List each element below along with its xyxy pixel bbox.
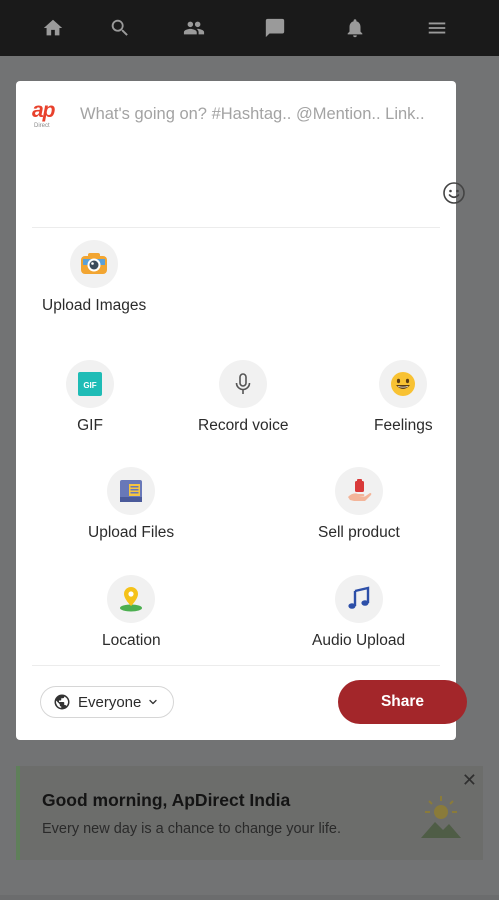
gif-icon: GIF (66, 360, 114, 408)
sunrise-illustration-icon (421, 796, 461, 838)
sell-product-option[interactable]: Sell product (318, 467, 400, 542)
notifications-button[interactable] (337, 10, 373, 46)
audio-upload-label: Audio Upload (312, 632, 406, 649)
globe-icon (54, 694, 70, 710)
people-icon (183, 21, 205, 35)
home-button[interactable] (35, 10, 71, 46)
home-icon (43, 19, 63, 36)
logo-text: ap (32, 99, 55, 122)
share-button[interactable]: Share (338, 680, 467, 724)
svg-text:GIF: GIF (83, 381, 96, 390)
greeting-close-button[interactable]: ✕ (462, 770, 477, 791)
audio-upload-option[interactable]: Audio Upload (312, 575, 405, 650)
divider (32, 227, 440, 228)
greeting-title: Good morning, ApDirect India (42, 790, 291, 810)
upload-files-option[interactable]: Upload Files (88, 467, 174, 542)
chevron-down-icon (149, 699, 158, 705)
upload-images-option[interactable]: Upload Images (42, 240, 146, 315)
smiley-icon (379, 360, 428, 408)
product-hand-icon (334, 467, 383, 515)
feed-strip (0, 895, 499, 900)
file-folder-icon (107, 467, 156, 515)
post-text-input[interactable] (80, 99, 440, 169)
upload-images-label: Upload Images (42, 297, 147, 314)
emoji-icon[interactable] (442, 181, 466, 205)
privacy-selector[interactable]: Everyone (40, 686, 174, 718)
search-button[interactable] (102, 10, 138, 46)
location-pin-icon (107, 575, 156, 623)
logo-tagline: Direct (34, 123, 50, 129)
feelings-label: Feelings (374, 417, 433, 434)
search-icon (111, 19, 128, 36)
chat-icon (265, 18, 285, 38)
microphone-icon (219, 360, 268, 408)
menu-button[interactable] (419, 10, 455, 46)
top-nav-bar (0, 0, 499, 56)
privacy-label: Everyone (78, 693, 142, 711)
record-voice-option[interactable]: Record voice (198, 360, 288, 435)
gif-option[interactable]: GIF GIF (66, 360, 114, 435)
greeting-subtitle: Every new day is a chance to change your… (42, 821, 342, 837)
post-composer-card: ap Direct Upload Images GIF (16, 81, 467, 740)
music-note-icon (334, 575, 383, 623)
feelings-option[interactable]: Feelings (374, 360, 433, 435)
location-option[interactable]: Location (102, 575, 161, 650)
people-button[interactable] (176, 10, 212, 46)
sell-product-label: Sell product (318, 524, 400, 541)
bell-icon (347, 19, 363, 38)
record-voice-label: Record voice (198, 417, 289, 434)
location-label: Location (102, 632, 161, 649)
divider (32, 665, 440, 666)
gif-label: GIF (77, 417, 103, 434)
greeting-card: Good morning, ApDirect India Every new d… (16, 766, 483, 860)
menu-icon (428, 22, 446, 34)
upload-files-label: Upload Files (88, 524, 175, 541)
app-logo: ap Direct (32, 99, 68, 135)
messages-button[interactable] (257, 10, 293, 46)
camera-icon (70, 240, 119, 288)
